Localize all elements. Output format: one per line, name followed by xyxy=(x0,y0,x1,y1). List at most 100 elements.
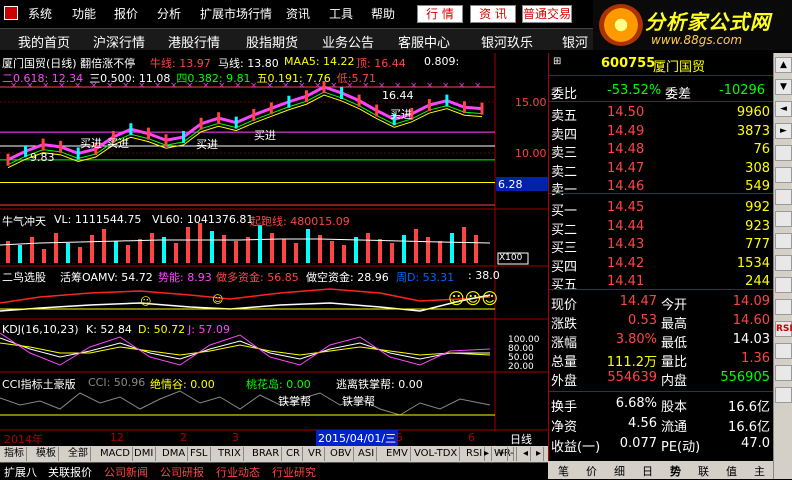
indicator-tab[interactable]: OBV xyxy=(328,447,355,461)
chart-area[interactable]: × × × × × × × × × × × × × × × × × × × × × × × × × × × × × × 厦门国贸(日线) … xyxy=(0,53,548,450)
indicator-tab[interactable]: TRIX xyxy=(216,447,244,461)
side-toolbar-button[interactable] xyxy=(775,365,792,381)
side-toolbar-button[interactable] xyxy=(775,211,792,227)
volume-bar xyxy=(354,237,358,263)
side-toolbar-button[interactable] xyxy=(775,277,792,293)
volume-bar xyxy=(186,227,190,263)
nav-service[interactable]: 客服中心 xyxy=(398,32,450,51)
nav-yinhe-jiule[interactable]: 银河玖乐 xyxy=(481,32,533,51)
indicator-tab[interactable]: BRAR xyxy=(250,447,283,461)
order-volume: 923 xyxy=(745,218,770,234)
news-button[interactable]: 资 讯 xyxy=(470,5,516,23)
indicator-tab[interactable]: VOL-TDX xyxy=(412,447,461,461)
date-month: 6 xyxy=(468,431,475,444)
side-toolbar-button[interactable]: ► xyxy=(775,123,792,139)
order-price: 14.42 xyxy=(607,255,645,271)
nav-announcements[interactable]: 业务公告 xyxy=(322,32,374,51)
indicator-tab[interactable]: FSL xyxy=(188,447,211,461)
chart-title: 厦门国贸(日线) 翻倍涨不停 xyxy=(2,57,136,70)
side-toolbar-button[interactable] xyxy=(775,387,792,403)
trade-button[interactable]: 普通交易 xyxy=(522,5,572,23)
ding-value: 顶: 16.44 xyxy=(356,57,406,70)
volume-bar xyxy=(438,241,442,263)
side-toolbar-button[interactable] xyxy=(775,343,792,359)
qipao-value: 起跑线: 480015.09 xyxy=(250,215,350,228)
right-tab[interactable]: 笔 xyxy=(558,463,569,479)
tab-nav-icon[interactable]: ▸ xyxy=(482,447,493,461)
bottom-tab[interactable]: 扩展八 xyxy=(4,464,37,480)
indicator-tab[interactable]: EMV xyxy=(384,447,411,461)
bottom-tab[interactable]: 行业动态 xyxy=(216,464,260,480)
indicator-tab[interactable]: 模板 xyxy=(34,447,59,461)
nav-hk-market[interactable]: 港股行情 xyxy=(168,32,220,51)
candle xyxy=(182,130,186,143)
order-label: 买四 xyxy=(551,259,578,275)
tab-nav-icon[interactable]: - xyxy=(508,447,517,461)
tab-nav-icon[interactable]: ▸ xyxy=(534,447,545,461)
right-tab[interactable]: 值 xyxy=(726,463,737,479)
indicator-tab[interactable]: 全部 xyxy=(66,447,91,461)
right-tab[interactable]: 主 xyxy=(754,463,765,479)
side-toolbar-button[interactable] xyxy=(775,189,792,205)
stat-value: 111.2万 xyxy=(606,355,657,370)
weibi-label: 委比 xyxy=(551,87,578,102)
tab-nav-icon[interactable]: + xyxy=(495,447,509,461)
right-tab[interactable]: 联 xyxy=(698,463,709,479)
bottom-tab[interactable]: 行业研究 xyxy=(272,464,316,480)
stat-value: 1.36 xyxy=(741,351,770,366)
menu-function[interactable]: 功能 xyxy=(72,5,96,22)
volume-bar xyxy=(342,245,346,263)
side-toolbar-button[interactable]: ▼ xyxy=(775,79,792,95)
side-toolbar-button[interactable] xyxy=(775,233,792,249)
order-volume: 76 xyxy=(753,142,770,157)
menu-analysis[interactable]: 分析 xyxy=(157,5,181,22)
side-toolbar-button[interactable] xyxy=(775,167,792,183)
indicator-tab[interactable]: VR xyxy=(306,447,325,461)
cci-line xyxy=(0,390,491,416)
menu-extended-market[interactable]: 扩展市场行情 xyxy=(200,5,272,22)
val38-value: : 38.0 xyxy=(468,269,500,282)
right-tab[interactable]: 势 xyxy=(670,463,681,479)
indicator-tab[interactable]: MACD xyxy=(98,447,133,461)
nav-futures[interactable]: 股指期货 xyxy=(246,32,298,51)
bottom-tab[interactable]: 关联报价 xyxy=(48,464,92,480)
right-tab[interactable]: 细 xyxy=(614,463,625,479)
indicator-tab[interactable]: CR xyxy=(284,447,303,461)
nav-hs-market[interactable]: 沪深行情 xyxy=(93,32,145,51)
indicator-tab[interactable]: ASI xyxy=(356,447,378,461)
info-icon[interactable]: ⊞ xyxy=(553,56,561,67)
bottom-tab[interactable]: 公司研报 xyxy=(160,464,204,480)
indicator-tab[interactable]: 指标 xyxy=(2,447,27,461)
stat-value: 4.56 xyxy=(628,416,657,431)
period-label[interactable]: 日线 xyxy=(510,431,532,447)
side-toolbar-button[interactable] xyxy=(775,145,792,161)
side-toolbar-button[interactable]: ▲ xyxy=(775,57,792,73)
side-toolbar-button[interactable]: RSI xyxy=(775,321,792,337)
indicator-tab[interactable]: DMA xyxy=(160,447,189,461)
order-volume: 308 xyxy=(745,160,770,176)
right-tab[interactable]: 日 xyxy=(642,463,653,479)
menu-tools[interactable]: 工具 xyxy=(329,5,353,22)
side-toolbar-button[interactable] xyxy=(775,299,792,315)
stat-row: 换手 6.68% 股本 16.6亿 xyxy=(549,395,774,415)
kdj-tick-20: 20.00 xyxy=(508,362,534,372)
menu-news[interactable]: 资讯 xyxy=(286,5,310,22)
order-label: 卖五 xyxy=(551,109,578,124)
quote-button[interactable]: 行 情 xyxy=(417,5,463,23)
right-tab[interactable]: 价 xyxy=(586,463,597,479)
stat-row: 净资 4.56 流通 16.6亿 xyxy=(549,415,774,435)
nav-home[interactable]: 我的首页 xyxy=(18,32,70,51)
nav-yinhe[interactable]: 银河 xyxy=(562,32,588,51)
volume-bar xyxy=(174,243,178,263)
menu-help[interactable]: 帮助 xyxy=(371,5,395,22)
bottom-tab[interactable]: 公司新闻 xyxy=(104,464,148,480)
menu-quote[interactable]: 报价 xyxy=(114,5,138,22)
side-toolbar-button[interactable]: ◄ xyxy=(775,101,792,117)
tab-nav-icon[interactable]: ◂ xyxy=(521,447,532,461)
candle xyxy=(480,102,484,115)
indicator-tab[interactable]: DMI xyxy=(132,447,157,461)
menu-system[interactable]: 系统 xyxy=(28,5,52,22)
order-label: 买五 xyxy=(551,278,578,293)
side-toolbar-button[interactable] xyxy=(775,255,792,271)
order-price: 14.47 xyxy=(607,160,645,176)
